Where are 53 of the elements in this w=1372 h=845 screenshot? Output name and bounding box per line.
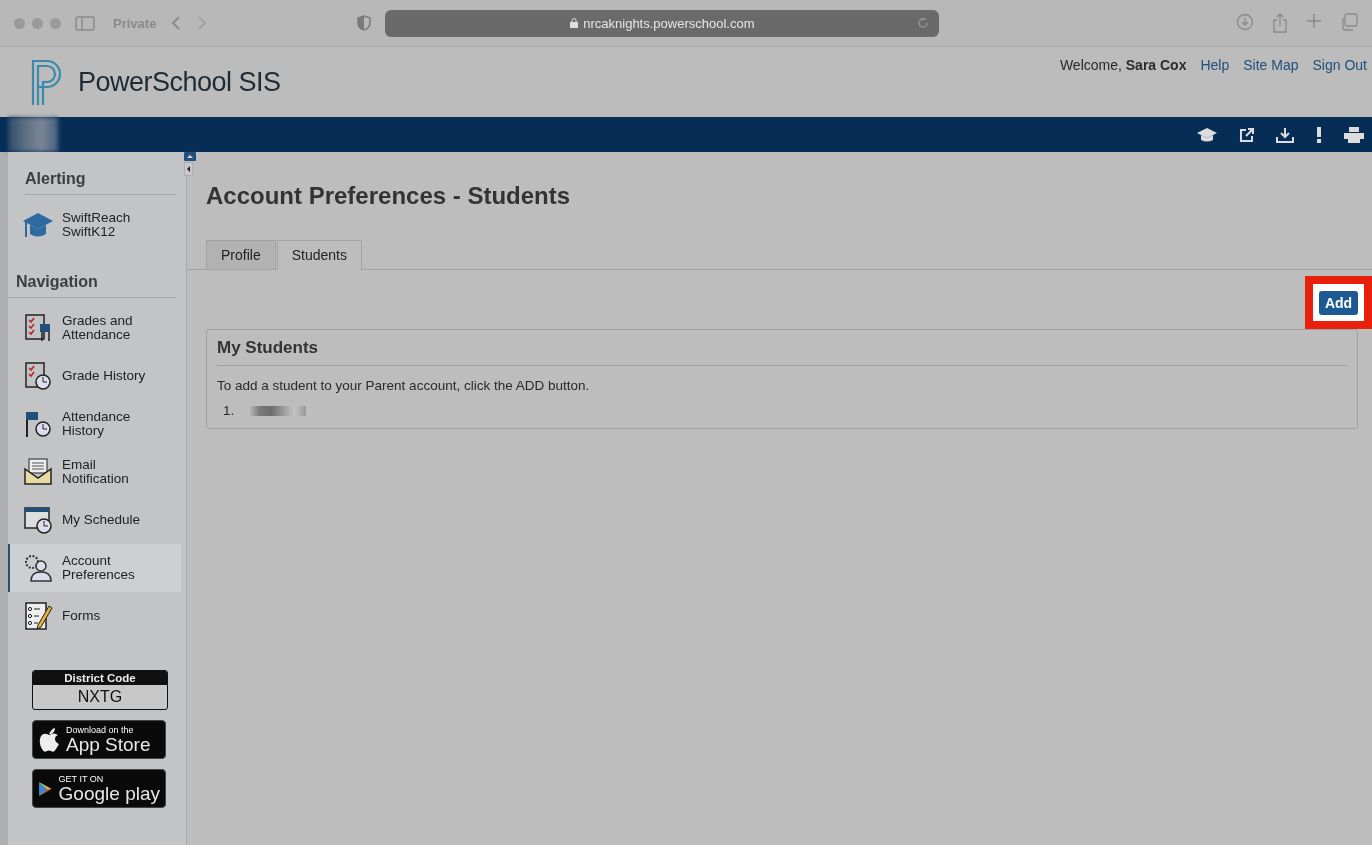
section-heading: Navigation	[8, 255, 176, 298]
collapse-left-icon[interactable]	[184, 162, 193, 176]
gear-person-icon	[22, 552, 54, 584]
panel-title: My Students	[217, 338, 1347, 366]
collapse-up-icon[interactable]	[184, 152, 196, 161]
sidebar-item[interactable]: Attendance History	[8, 400, 181, 448]
badge-title: App Store	[66, 734, 151, 754]
sidebar-toggle-icon[interactable]	[75, 15, 95, 31]
section-heading: Alerting	[25, 152, 176, 195]
external-link-icon[interactable]	[1240, 127, 1254, 142]
forward-icon[interactable]	[196, 15, 209, 31]
store-badge[interactable]: Download on the App Store	[32, 720, 166, 759]
sidebar-item[interactable]: My Schedule	[8, 496, 181, 544]
district-code-label: District Code	[33, 671, 167, 685]
lock-icon	[570, 18, 579, 28]
tab[interactable]: Students	[276, 240, 362, 270]
district-code-value: NXTG	[76, 687, 124, 707]
redacted-name	[248, 405, 307, 416]
add-button[interactable]: Add	[1318, 290, 1359, 315]
plus-icon[interactable]	[1306, 13, 1322, 29]
printer-icon[interactable]	[1344, 126, 1364, 143]
shield-icon[interactable]	[357, 15, 372, 31]
instruction-text: To add a student to your Parent account, click the ADD button.	[217, 378, 591, 393]
address-bar[interactable]: nrcaknights.powerschool.com	[385, 9, 940, 37]
reload-icon[interactable]	[917, 16, 930, 29]
alert-icon[interactable]	[1316, 126, 1322, 143]
form-pencil-icon	[22, 600, 54, 632]
sidebar-item[interactable]: Grades and Attendance	[8, 304, 181, 352]
tab[interactable]: Profile	[206, 240, 276, 269]
graduation-cap-icon[interactable]	[1196, 126, 1218, 143]
calendar-clock-icon	[22, 504, 54, 536]
blurred-area	[8, 117, 58, 152]
window-controls[interactable]	[14, 17, 61, 29]
share-icon[interactable]	[1272, 13, 1288, 33]
app-name: PowerSchool SIS	[78, 66, 281, 98]
welcome-text: Welcome, Sara Cox	[1059, 57, 1187, 73]
sidebar-item[interactable]: Grade History	[8, 352, 181, 400]
sidebar-item[interactable]: Forms	[8, 592, 181, 640]
header-link[interactable]: Sign Out	[1312, 57, 1367, 73]
back-icon[interactable]	[170, 15, 183, 31]
store-badge[interactable]: GET IT ON Google play	[32, 769, 166, 808]
header-link[interactable]: Help	[1200, 57, 1230, 73]
tabs-icon[interactable]	[1340, 13, 1358, 31]
checklist-clock-icon	[22, 360, 54, 392]
sidebar-item[interactable]: Email Notification	[8, 448, 181, 496]
badge-title: Google play	[58, 783, 160, 803]
envelope-icon	[22, 456, 54, 488]
list-number: 1.	[223, 403, 235, 418]
sidebar-item[interactable]: SwiftReach SwiftK12	[8, 195, 181, 255]
header-link[interactable]: Site Map	[1243, 57, 1299, 73]
sidebar-item[interactable]: Account Preferences	[8, 544, 181, 592]
page-title: Account Preferences - Students	[206, 182, 572, 210]
apple-icon	[38, 726, 60, 753]
